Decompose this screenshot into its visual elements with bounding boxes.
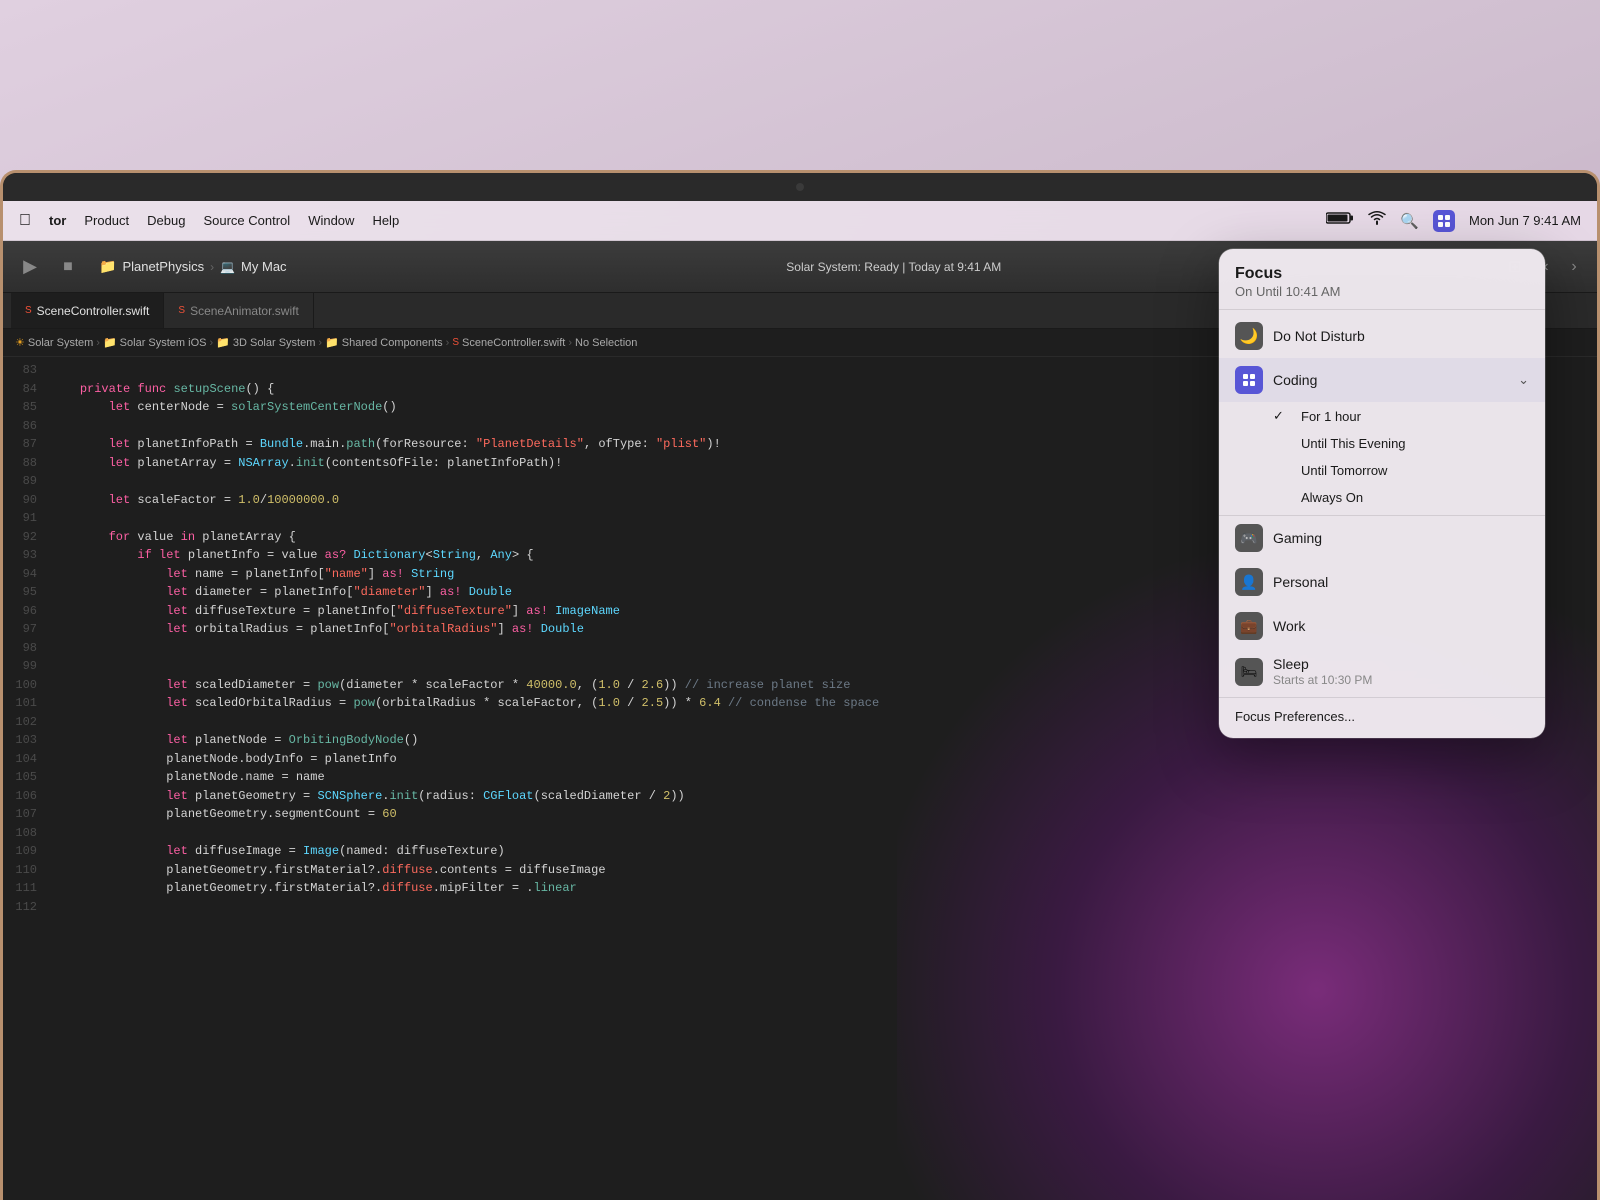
project-name: PlanetPhysics xyxy=(122,259,204,274)
focus-item-gaming[interactable]: 🎮 Gaming xyxy=(1219,516,1545,560)
menu-bar-right: 🔍 Mon Jun 7 9:41 AM xyxy=(1326,210,1581,232)
sleep-label: Sleep xyxy=(1273,656,1529,672)
menu-bar-left:  tor Product Debug Source Control Windo… xyxy=(19,212,399,230)
menu-bar:  tor Product Debug Source Control Windo… xyxy=(3,201,1597,241)
focus-item-work[interactable]: 💼 Work xyxy=(1219,604,1545,648)
bc-solar-system-ios[interactable]: Solar System iOS xyxy=(120,337,207,349)
file-tab-scene-controller[interactable]: S SceneController.swift xyxy=(11,293,164,328)
menu-item-window[interactable]: Window xyxy=(308,213,354,228)
gaming-label: Gaming xyxy=(1273,530,1529,546)
status-text: Solar System: Ready | Today at 9:41 AM xyxy=(786,260,1001,274)
personal-label: Personal xyxy=(1273,574,1529,590)
coding-icon xyxy=(1235,366,1263,394)
camera-notch xyxy=(3,173,1597,201)
focus-title: Focus xyxy=(1235,265,1529,283)
focus-item-dnd[interactable]: 🌙 Do Not Disturb xyxy=(1219,314,1545,358)
search-icon[interactable]: 🔍 xyxy=(1400,212,1419,230)
my-mac-label: My Mac xyxy=(241,259,287,274)
label-tomorrow: Until Tomorrow xyxy=(1301,463,1387,478)
submenu-item-always[interactable]: Always On xyxy=(1219,484,1545,515)
bc-solar-system[interactable]: Solar System xyxy=(28,337,93,349)
apple-logo[interactable]:  xyxy=(19,212,31,230)
coding-label: Coding xyxy=(1273,372,1508,388)
menu-item-source-control[interactable]: Source Control xyxy=(203,213,290,228)
focus-preferences-link[interactable]: Focus Preferences... xyxy=(1235,709,1355,724)
file-tab-scene-animator[interactable]: S SceneAnimator.swift xyxy=(164,293,313,328)
focus-item-sleep[interactable]: 🛏 Sleep Starts at 10:30 PM xyxy=(1219,648,1545,695)
submenu-item-evening[interactable]: Until This Evening xyxy=(1219,430,1545,457)
focus-header: Focus On Until 10:41 AM xyxy=(1219,249,1545,309)
focus-item-personal[interactable]: 👤 Personal xyxy=(1219,560,1545,604)
nav-forward[interactable]: › xyxy=(1563,253,1585,281)
battery-icon xyxy=(1326,211,1354,230)
project-breadcrumb: 📁 PlanetPhysics › 💻 My Mac xyxy=(99,258,287,275)
focus-preferences: Focus Preferences... xyxy=(1219,698,1545,738)
gaming-icon: 🎮 xyxy=(1235,524,1263,552)
label-always: Always On xyxy=(1301,490,1363,505)
focus-menu-icon[interactable] xyxy=(1433,210,1455,232)
focus-subtitle: On Until 10:41 AM xyxy=(1235,284,1529,299)
screen:  tor Product Debug Source Control Windo… xyxy=(3,201,1597,1200)
menu-item-tor[interactable]: tor xyxy=(49,213,66,228)
laptop-frame:  tor Product Debug Source Control Windo… xyxy=(0,170,1600,1200)
sleep-sublabel: Starts at 10:30 PM xyxy=(1273,673,1529,687)
label-1hour: For 1 hour xyxy=(1301,409,1361,424)
submenu-item-1hour[interactable]: ✓ For 1 hour xyxy=(1219,402,1545,430)
personal-icon: 👤 xyxy=(1235,568,1263,596)
label-evening: Until This Evening xyxy=(1301,436,1406,451)
bc-3d-solar-system[interactable]: 3D Solar System xyxy=(233,337,316,349)
menu-bar-time: Mon Jun 7 9:41 AM xyxy=(1469,213,1581,228)
check-1hour: ✓ xyxy=(1273,408,1291,424)
coding-chevron-icon: ⌄ xyxy=(1518,372,1529,388)
work-icon: 💼 xyxy=(1235,612,1263,640)
bc-scene-controller[interactable]: SceneController.swift xyxy=(462,337,565,349)
focus-item-coding[interactable]: Coding ⌄ xyxy=(1219,358,1545,402)
bc-shared-components[interactable]: Shared Components xyxy=(342,337,443,349)
menu-item-product[interactable]: Product xyxy=(84,213,129,228)
focus-panel: Focus On Until 10:41 AM 🌙 Do Not Disturb xyxy=(1219,249,1545,738)
dnd-icon: 🌙 xyxy=(1235,322,1263,350)
wifi-icon xyxy=(1368,211,1386,230)
work-label: Work xyxy=(1273,618,1529,634)
sleep-icon: 🛏 xyxy=(1235,658,1263,686)
dnd-label: Do Not Disturb xyxy=(1273,328,1529,344)
menu-item-help[interactable]: Help xyxy=(372,213,399,228)
bc-no-selection: No Selection xyxy=(575,337,637,349)
menu-item-debug[interactable]: Debug xyxy=(147,213,185,228)
submenu-item-tomorrow[interactable]: Until Tomorrow xyxy=(1219,457,1545,484)
run-button[interactable]: ▶ xyxy=(15,252,45,282)
coding-submenu: ✓ For 1 hour Until This Evening Until To… xyxy=(1219,402,1545,515)
stop-button[interactable]: ■ xyxy=(53,252,83,282)
